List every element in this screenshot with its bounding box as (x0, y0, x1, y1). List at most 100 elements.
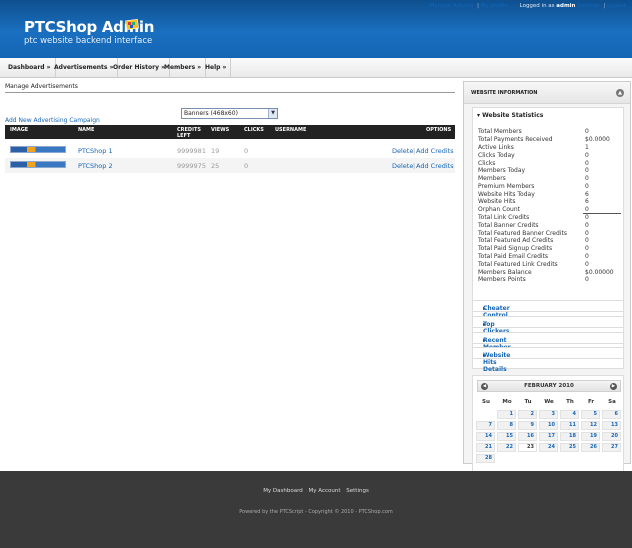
calendar-day[interactable]: 11 (560, 421, 579, 430)
footer-links: My Dashboard My Account Settings (0, 488, 632, 494)
col-options: OPTIONS (426, 127, 452, 133)
calendar-weekday: Th (566, 399, 574, 405)
next-month-icon[interactable]: ▶ (610, 383, 617, 390)
accordion-top-clickers[interactable]: ▸Top Clickers (472, 316, 624, 335)
stat-label: Members Today (478, 167, 526, 174)
statistics-header[interactable]: ▾ Website Statistics (477, 112, 543, 119)
calendar-day[interactable]: 20 (602, 432, 621, 441)
collapse-icon[interactable]: ▲ (616, 89, 624, 97)
calendar-weekday: Sa (608, 399, 616, 405)
chevron-down-icon: ▼ (268, 109, 277, 118)
stat-label: Total Paid Signup Credits (478, 245, 553, 252)
my-profile-link[interactable]: My profile (481, 3, 508, 9)
footer-my-account[interactable]: My Account (309, 488, 341, 494)
add-campaign-link[interactable]: Add New Advertising Campaign (5, 117, 100, 124)
stat-label: Total Payments Received (478, 136, 553, 143)
stat-row: Website Hits 6 (478, 198, 623, 206)
calendar-day[interactable]: 18 (560, 432, 579, 441)
stat-label: Clicks Today (478, 152, 515, 159)
stat-value: 0 (585, 152, 589, 159)
stat-row: Clicks Today 0 (478, 152, 623, 160)
stat-row: Members Points 0 (478, 276, 623, 284)
campaign-name-link[interactable]: PTCShop 2 (78, 162, 113, 170)
calendar-weekday: Mo (502, 399, 512, 405)
col-username: USERNAME (275, 127, 307, 133)
add-credits-link[interactable]: Add Credits (416, 162, 454, 170)
calendar-day[interactable]: 13 (602, 421, 621, 430)
footer: My Dashboard My Account Settings Powered… (0, 471, 632, 548)
calendar-day[interactable]: 24 (539, 443, 558, 452)
accordion-recent-member-stats[interactable]: ▸Recent Member Stats (472, 332, 624, 358)
title-divider (5, 92, 455, 93)
stat-row: Total Featured Link Credits 0 (478, 261, 623, 269)
stats-divider (583, 213, 621, 214)
manage-admins-link[interactable]: Manage Admins (429, 3, 473, 9)
calendar-day[interactable]: 17 (539, 432, 558, 441)
stat-label: Total Featured Ad Credits (478, 237, 554, 244)
stat-value: 0 (585, 214, 589, 221)
calendar-day[interactable]: 16 (518, 432, 537, 441)
stat-row: Total Paid Signup Credits 0 (478, 245, 623, 253)
delete-link[interactable]: Delete (392, 162, 413, 170)
calendar-day[interactable]: 12 (581, 421, 600, 430)
footer-my-dashboard[interactable]: My Dashboard (263, 488, 303, 494)
calendar-day[interactable]: 27 (602, 443, 621, 452)
calendar-day[interactable]: 6 (602, 410, 621, 419)
logout-link[interactable]: Logout (607, 3, 626, 9)
calendar-day[interactable]: 14 (476, 432, 495, 441)
credits-left-value: 9999981 (177, 147, 206, 155)
stat-value: 0 (585, 167, 589, 174)
accordion-cheater-control[interactable]: ▸Cheater Control (472, 300, 624, 319)
cart-logo-icon (125, 18, 139, 31)
calendar-day[interactable]: 9 (518, 421, 537, 430)
calendar-day[interactable]: 8 (497, 421, 516, 430)
calendar-weekday: Fr (587, 399, 595, 405)
stat-row: Total Paid Email Credits 0 (478, 253, 623, 261)
stat-row: Total Payments Received $0.0000 (478, 136, 623, 144)
calendar-day[interactable]: 15 (497, 432, 516, 441)
stat-row: Members 0 (478, 175, 623, 183)
views-value: 25 (211, 162, 220, 170)
calendar-day[interactable]: 5 (581, 410, 600, 419)
calendar-day[interactable]: 23 (518, 443, 537, 452)
calendar-day[interactable]: 22 (497, 443, 516, 452)
calendar-day[interactable]: 25 (560, 443, 579, 452)
calendar-weekday: We (544, 399, 554, 405)
calendar-day[interactable]: 2 (518, 410, 537, 419)
clicks-value: 0 (244, 147, 249, 155)
calendar-day[interactable]: 21 (476, 443, 495, 452)
calendar-day[interactable]: 28 (476, 454, 495, 463)
accordion-website-hits-details[interactable]: ▸ Website Hits Details (472, 347, 624, 373)
banner-thumbnail[interactable] (10, 146, 66, 153)
calendar-day[interactable]: 7 (476, 421, 495, 430)
calendar-day[interactable]: 19 (581, 432, 600, 441)
stat-label: Members (478, 175, 506, 182)
campaign-name-link[interactable]: PTCShop 1 (78, 147, 113, 155)
stat-value: 1 (585, 144, 589, 151)
nav-dashboard[interactable]: Dashboard » (4, 58, 56, 78)
nav-help[interactable]: Help » (201, 58, 232, 78)
calendar-day[interactable]: 3 (539, 410, 558, 419)
stat-value: $0.00000 (585, 269, 614, 276)
calendar-weekday: Tu (524, 399, 532, 405)
stat-row: Premium Members 0 (478, 183, 623, 191)
options-separator: | (413, 147, 416, 155)
calendar-day[interactable]: 10 (539, 421, 558, 430)
banner-size-select[interactable]: Banners (468x60) ▼ (181, 108, 278, 119)
stat-label: Total Link Credits (478, 214, 530, 221)
banner-thumbnail[interactable] (10, 161, 66, 168)
calendar-day[interactable]: 1 (497, 410, 516, 419)
add-credits-link[interactable]: Add Credits (416, 147, 454, 155)
calendar-day[interactable]: 26 (581, 443, 600, 452)
stat-label: Total Featured Banner Credits (478, 230, 567, 237)
stat-label: Clicks (478, 160, 496, 167)
footer-settings[interactable]: Settings (346, 488, 369, 494)
settings-link[interactable]: Settings (577, 3, 600, 9)
stat-label: Total Banner Credits (478, 222, 539, 229)
delete-link[interactable]: Delete (392, 147, 413, 155)
nav-members[interactable]: Members » (160, 58, 207, 78)
accordion-label: Website Hits Details (483, 352, 511, 373)
sidebar: WEBSITE INFORMATION ▲ ▾ Website Statisti… (463, 81, 631, 537)
copyright-text: Powered by the PTCScript - Copyright © 2… (239, 509, 393, 515)
calendar-day[interactable]: 4 (560, 410, 579, 419)
